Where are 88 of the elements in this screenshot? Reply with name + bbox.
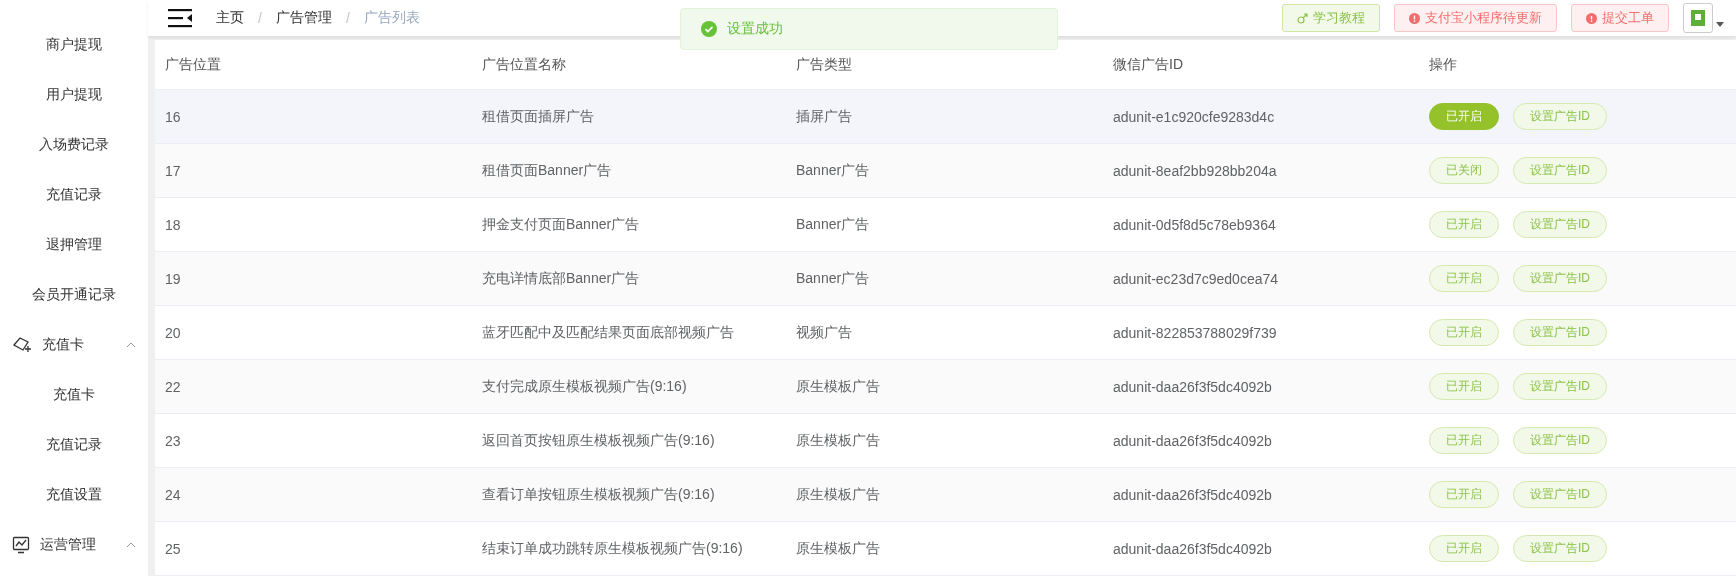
table-cell-text: 19 [164, 270, 182, 287]
breadcrumb-link[interactable]: 广告管理 [275, 9, 332, 27]
set-ad-id-button[interactable]: 设置广告ID [1513, 373, 1607, 400]
table-cell-text: adunit-daa26f3f5dc4092b [1112, 486, 1273, 503]
table-cell-text: adunit-daa26f3f5dc4092b [1112, 432, 1273, 449]
success-check-icon [701, 21, 717, 37]
table-cell-text: 16 [164, 108, 182, 125]
set-ad-id-button[interactable]: 设置广告ID [1513, 535, 1607, 562]
sidebar-item[interactable]: 会员开通记录 [0, 270, 148, 320]
table-cell-text: 结束订单成功跳转原生模板视频广告(9:16) [481, 539, 744, 558]
table-cell-text: 18 [164, 216, 182, 233]
table-cell-text: adunit-daa26f3f5dc4092b [1112, 540, 1273, 557]
table-cell-text: 17 [164, 162, 182, 179]
set-ad-id-button[interactable]: 设置广告ID [1513, 265, 1607, 292]
table-cell-text: 原生模板广告 [795, 377, 881, 396]
sidebar-item[interactable]: 充值设置 [0, 470, 148, 520]
table-cell-text: 租借页面Banner广告 [481, 161, 613, 180]
table-cell-text: 原生模板广告 [795, 485, 881, 504]
sidebar-item[interactable]: 用户提现 [0, 70, 148, 120]
set-ad-id-button[interactable]: 设置广告ID [1513, 427, 1607, 454]
set-ad-id-button[interactable]: 设置广告ID [1513, 319, 1607, 346]
status-toggle-button[interactable]: 已开启 [1429, 535, 1499, 562]
breadcrumb-link[interactable]: 主页 [216, 9, 244, 27]
breadcrumb-link[interactable]: 广告列表 [363, 9, 420, 27]
breadcrumb-separator: / [258, 10, 262, 26]
update-notice-button[interactable]: 支付宝小程序待更新 [1394, 4, 1557, 32]
status-toggle-button[interactable]: 已开启 [1429, 481, 1499, 508]
column-header: 微信广告ID [1112, 55, 1184, 74]
table-cell-text: 原生模板广告 [795, 431, 881, 450]
column-header: 广告位置 [164, 55, 222, 74]
set-ad-id-button[interactable]: 设置广告ID [1513, 481, 1607, 508]
table-cell-text: 23 [164, 432, 182, 449]
table-cell-text: adunit-0d5f8d5c78eb9364 [1112, 216, 1277, 233]
set-ad-id-button[interactable]: 设置广告ID [1513, 157, 1607, 184]
column-header: 操作 [1428, 55, 1458, 74]
tutorial-button[interactable]: 学习教程 [1282, 4, 1380, 32]
table-cell-text: adunit-e1c920cfe9283d4c [1112, 108, 1276, 125]
chevron-icon[interactable] [126, 542, 136, 548]
table-cell-text: 查看订单按钮原生模板视频广告(9:16) [481, 485, 716, 504]
table-cell-text: Banner广告 [795, 215, 871, 234]
table-cell-text: 25 [164, 540, 182, 557]
sidebar-item[interactable]: 退押管理 [0, 220, 148, 270]
male-symbol-icon [1297, 12, 1308, 24]
table-cell-text: adunit-daa26f3f5dc4092b [1112, 378, 1273, 395]
sidebar-item[interactable]: 充值记录 [0, 170, 148, 220]
table-cell-text: 租借页面插屏广告 [481, 107, 595, 126]
status-toggle-button[interactable]: 已开启 [1429, 265, 1499, 292]
sidebar-group[interactable]: 运营管理 [0, 520, 148, 570]
table-cell-text: adunit-8eaf2bb928bb204a [1112, 162, 1278, 179]
sidebar-item[interactable]: 商户提现 [0, 20, 148, 70]
table-cell-text: 充电详情底部Banner广告 [481, 269, 641, 288]
status-toggle-button[interactable]: 已关闭 [1429, 157, 1499, 184]
status-toggle-button[interactable]: 已开启 [1429, 373, 1499, 400]
set-ad-id-button[interactable]: 设置广告ID [1513, 103, 1607, 130]
table-cell-text: 22 [164, 378, 182, 395]
table-cell-text: 24 [164, 486, 182, 503]
table-cell-text: Banner广告 [795, 161, 871, 180]
sidebar-item[interactable]: 充值记录 [0, 420, 148, 470]
ticket-button[interactable]: 提交工单 [1571, 4, 1669, 32]
status-toggle-button[interactable]: 已开启 [1429, 211, 1499, 238]
chevron-icon[interactable] [126, 342, 136, 348]
sidebar-group[interactable]: 充值卡 [0, 320, 148, 370]
status-toggle-button[interactable]: 已开启 [1429, 319, 1499, 346]
set-ad-id-button[interactable]: 设置广告ID [1513, 211, 1607, 238]
table-cell-text: 押金支付页面Banner广告 [481, 215, 641, 234]
menu-collapse-icon[interactable] [168, 8, 192, 28]
table-cell-text: 20 [164, 324, 182, 341]
table-cell-text: 蓝牙匹配中及匹配结果页面底部视频广告 [481, 323, 735, 342]
caret-icon[interactable] [1716, 21, 1724, 27]
table-cell-text: 返回首页按钮原生模板视频广告(9:16) [481, 431, 716, 450]
sidebar-item[interactable]: 充值卡 [0, 370, 148, 420]
table-cell-text: Banner广告 [795, 269, 871, 288]
status-toggle-button[interactable]: 已开启 [1429, 427, 1499, 454]
monitor-chart-icon [12, 536, 30, 554]
table-cell-text: 视频广告 [795, 323, 853, 342]
table-cell-text: 原生模板广告 [795, 539, 881, 558]
table-cell-text: 插屏广告 [795, 107, 853, 126]
status-toggle-button[interactable]: 已开启 [1429, 103, 1499, 130]
breadcrumb-separator: / [345, 10, 350, 26]
exclamation-icon [1409, 12, 1420, 24]
sidebar-item[interactable]: 入场费记录 [0, 120, 148, 170]
column-header: 广告类型 [795, 55, 853, 74]
table-cell-text: adunit-822853788029f739 [1112, 324, 1278, 341]
card-icon [12, 336, 32, 354]
column-header: 广告位置名称 [481, 55, 567, 74]
toast-message: 设置成功 [727, 20, 783, 38]
table-cell-text: adunit-ec23d7c9ed0cea74 [1112, 270, 1280, 287]
table-cell-text: 支付完成原生模板视频广告(9:16) [481, 377, 688, 396]
